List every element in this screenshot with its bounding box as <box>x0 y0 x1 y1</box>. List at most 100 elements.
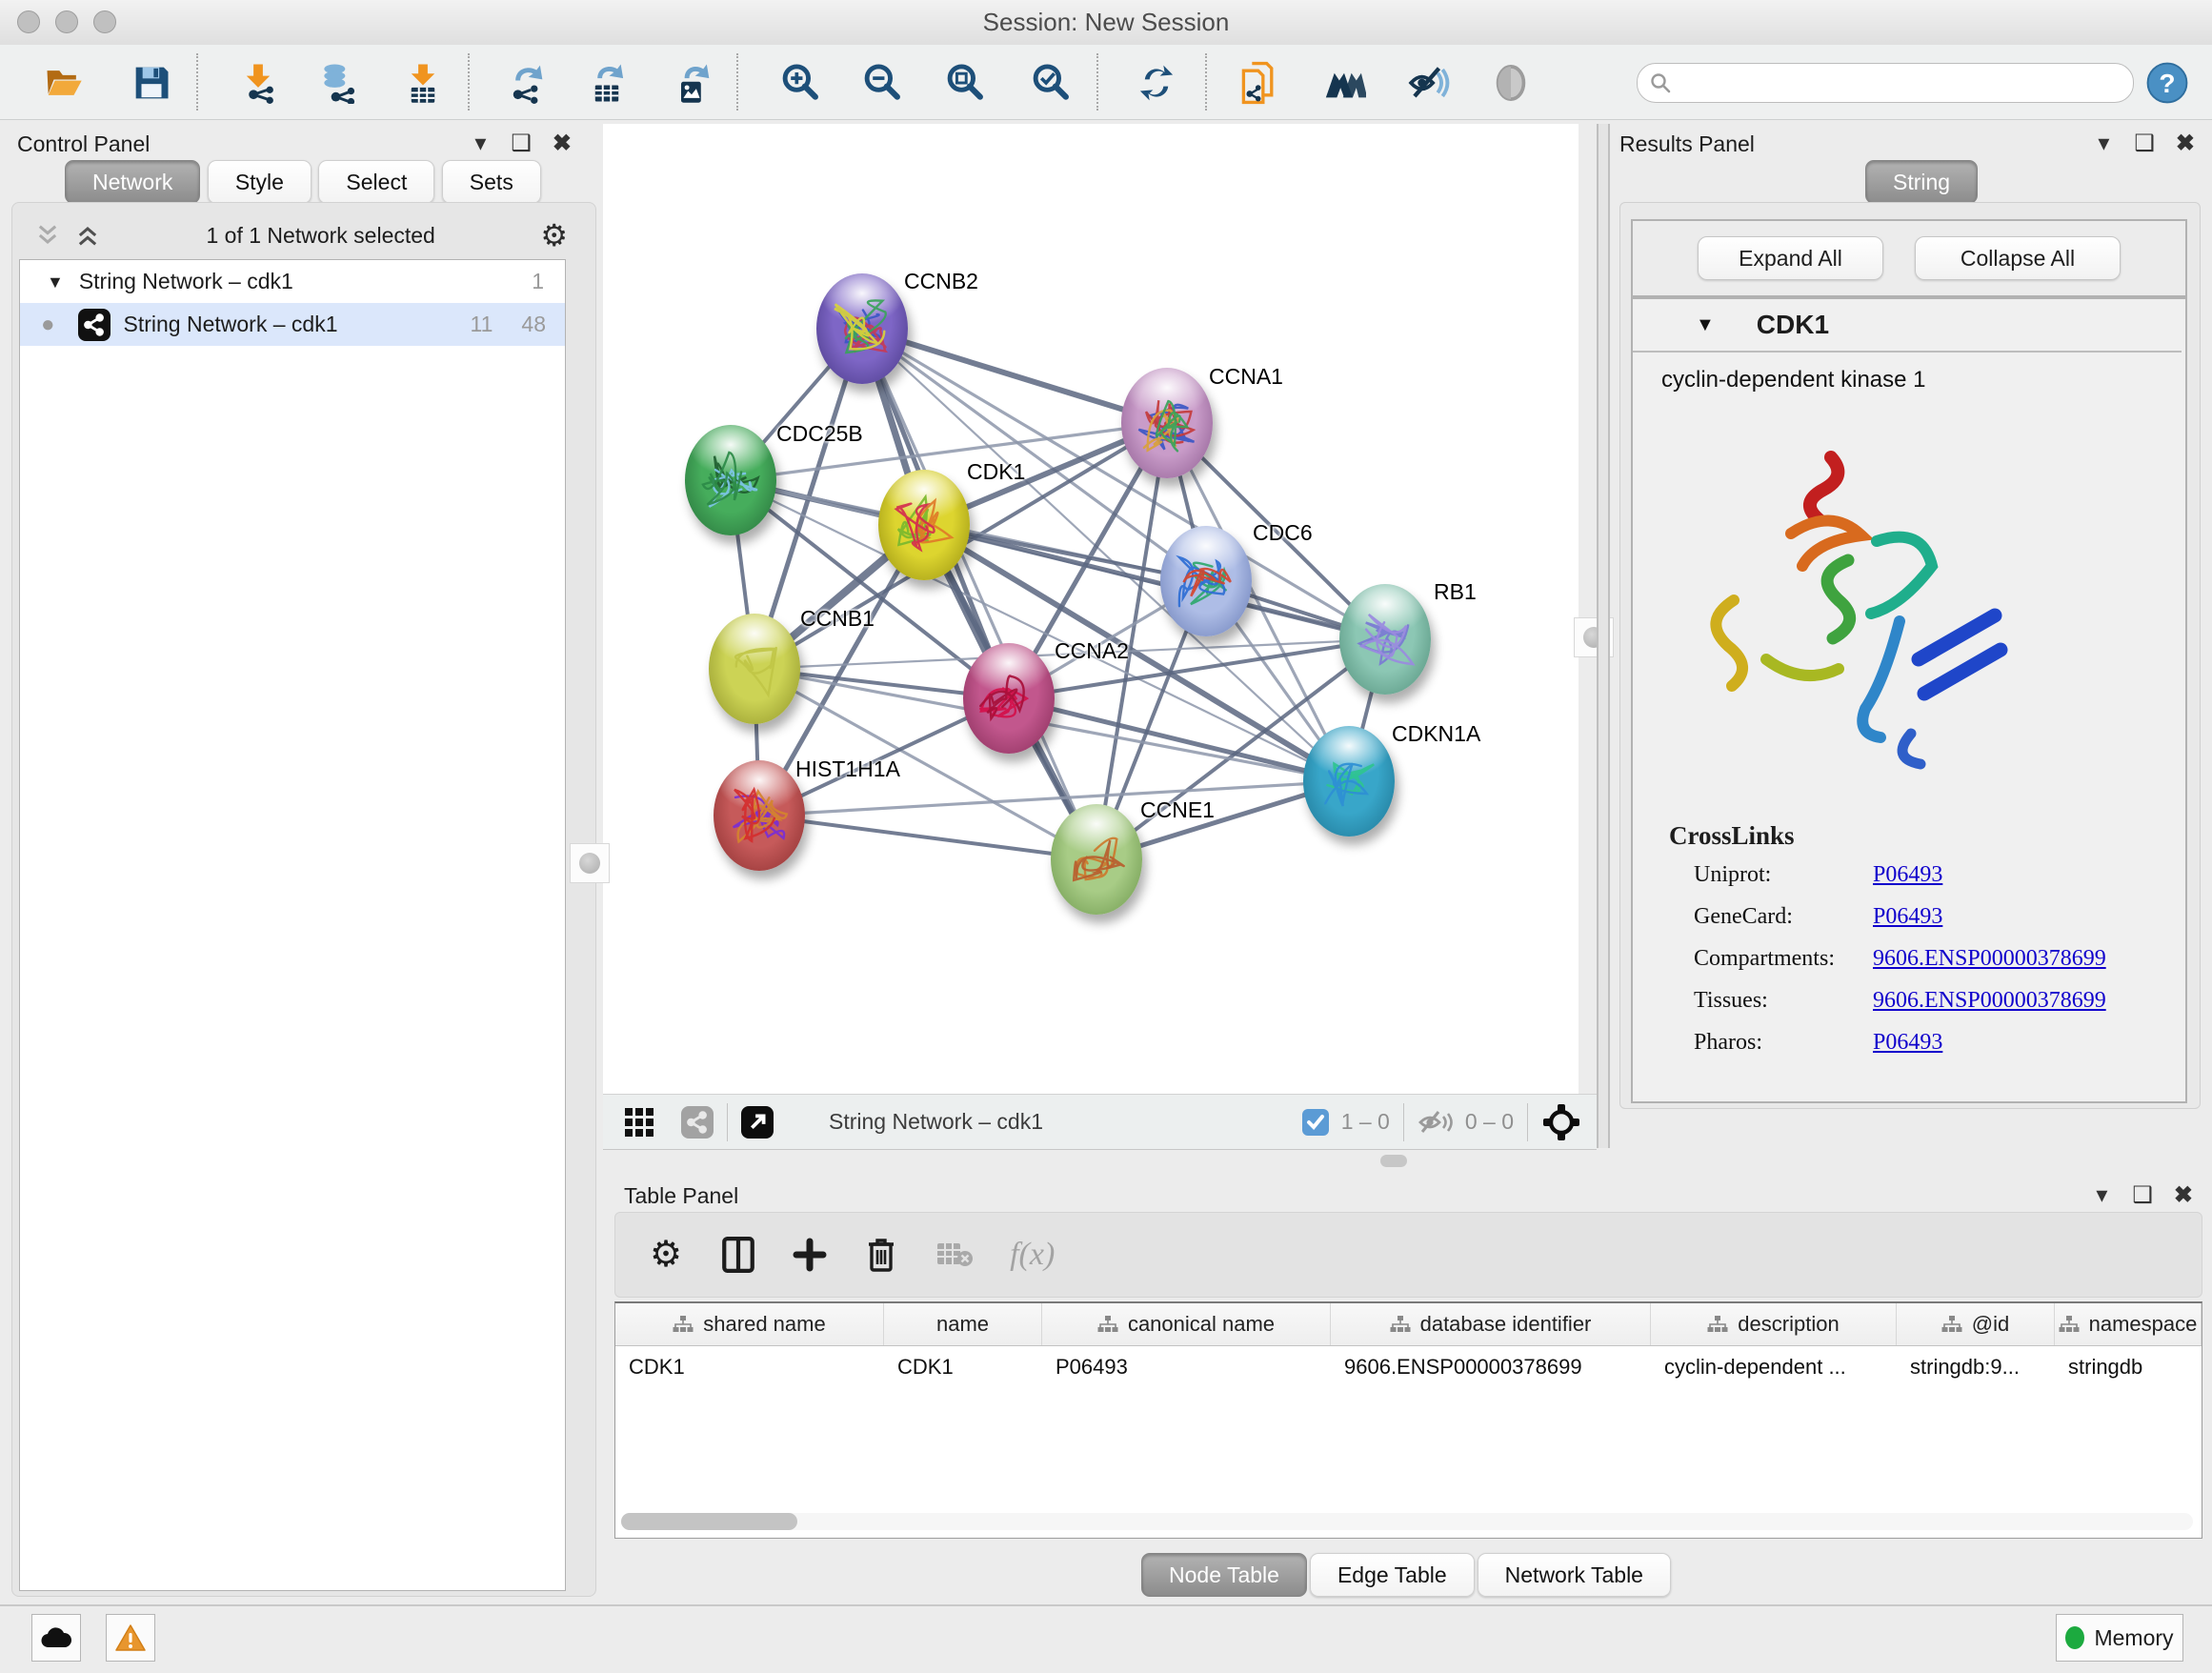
import-network-file-icon[interactable] <box>236 61 280 105</box>
export-image-icon[interactable] <box>670 61 714 105</box>
tab-string[interactable]: String <box>1865 160 1978 204</box>
collapse-panel-icon[interactable]: ▾ <box>2098 132 2109 155</box>
network-node-ccne1[interactable] <box>1051 804 1142 915</box>
vertical-splitter[interactable] <box>1597 124 1610 1148</box>
network-node-cdk1[interactable] <box>878 470 970 580</box>
birds-eye-toggle-icon[interactable] <box>622 1105 656 1139</box>
collapse-panel-icon[interactable]: ▾ <box>474 132 486 155</box>
column-header--id[interactable]: @id <box>1897 1303 2055 1345</box>
network-node-hist1h1a[interactable] <box>714 760 805 871</box>
column-header-namespace[interactable]: namespace <box>2055 1303 2202 1345</box>
network-collection-row[interactable]: ▼ String Network – cdk1 1 <box>20 260 565 303</box>
table-cell[interactable]: stringdb:9... <box>1897 1346 2055 1388</box>
collapse-all-button[interactable]: Collapse All <box>1915 236 2121 280</box>
close-panel-icon[interactable]: ✖ <box>2176 132 2195 155</box>
maximize-window-icon[interactable] <box>93 10 116 33</box>
import-table-icon[interactable] <box>401 61 445 105</box>
crosslink-link[interactable]: P06493 <box>1873 1030 1942 1056</box>
network-node-ccnb1[interactable] <box>709 614 800 724</box>
table-cell[interactable]: CDK1 <box>884 1346 1042 1388</box>
tab-style[interactable]: Style <box>208 160 312 204</box>
network-node-cdkn1a[interactable] <box>1303 726 1395 836</box>
export-network-icon[interactable] <box>503 61 547 105</box>
close-panel-icon[interactable]: ✖ <box>2174 1184 2193 1207</box>
tab-node-table[interactable]: Node Table <box>1141 1553 1307 1597</box>
delete-column-trash-icon[interactable] <box>865 1236 897 1274</box>
search-box[interactable] <box>1637 63 2134 103</box>
save-session-icon[interactable] <box>130 61 173 105</box>
network-node-rb1[interactable] <box>1339 584 1431 695</box>
new-network-from-selection-icon[interactable] <box>1237 61 1281 105</box>
cdk1-section-header[interactable]: ▼ CDK1 <box>1633 299 2182 353</box>
create-column-icon[interactable] <box>793 1238 827 1272</box>
network-node-ccna2[interactable] <box>963 643 1055 754</box>
tab-network-table[interactable]: Network Table <box>1478 1553 1671 1597</box>
open-session-icon[interactable] <box>42 61 86 105</box>
section-expander-icon[interactable]: ▼ <box>1696 315 1715 334</box>
table-cell[interactable]: 9606.ENSP00000378699 <box>1331 1346 1651 1388</box>
zoom-out-icon[interactable] <box>860 61 904 105</box>
delete-table-icon[interactable] <box>935 1240 974 1270</box>
show-hide-graphics-icon[interactable] <box>1406 61 1450 105</box>
crosslink-link[interactable]: P06493 <box>1873 862 1942 888</box>
refresh-icon[interactable] <box>1135 61 1178 105</box>
gear-icon[interactable]: ⚙ <box>540 220 568 251</box>
warning-status-button[interactable] <box>106 1614 155 1662</box>
search-input[interactable] <box>1679 70 2102 96</box>
pan-mode-icon[interactable] <box>1541 1102 1581 1142</box>
float-panel-icon[interactable]: ❑ <box>2134 132 2155 155</box>
horizontal-splitter-handle[interactable] <box>1380 1155 1407 1167</box>
table-cell[interactable]: stringdb <box>2055 1346 2202 1388</box>
crosslink-link[interactable]: 9606.ENSP00000378699 <box>1873 946 2106 972</box>
expand-all-button[interactable]: Expand All <box>1698 236 1883 280</box>
float-panel-icon[interactable]: ❑ <box>511 132 532 155</box>
network-node-ccnb2[interactable] <box>816 273 908 384</box>
selected-checkbox-icon[interactable] <box>1301 1108 1330 1137</box>
crosslink-link[interactable]: P06493 <box>1873 904 1942 930</box>
close-panel-icon[interactable]: ✖ <box>553 132 572 155</box>
show-columns-icon[interactable] <box>720 1236 756 1274</box>
network-node-ccna1[interactable] <box>1121 368 1213 478</box>
tab-network[interactable]: Network <box>65 160 200 204</box>
detach-view-icon[interactable] <box>741 1106 774 1139</box>
network-row[interactable]: ● String Network – cdk1 11 48 <box>20 303 565 346</box>
table-cell[interactable]: P06493 <box>1042 1346 1331 1388</box>
collapse-panel-icon[interactable]: ▾ <box>2096 1184 2107 1207</box>
column-header-shared-name[interactable]: shared name <box>615 1303 884 1345</box>
left-splitter-handle[interactable] <box>570 843 610 883</box>
memory-button[interactable]: Memory <box>2056 1614 2183 1662</box>
table-cell[interactable]: CDK1 <box>615 1346 884 1388</box>
table-horizontal-scrollbar[interactable] <box>621 1513 2193 1530</box>
column-header-description[interactable]: description <box>1651 1303 1897 1345</box>
scrollbar-thumb[interactable] <box>621 1513 797 1530</box>
tab-sets[interactable]: Sets <box>442 160 541 204</box>
import-network-database-icon[interactable] <box>316 61 360 105</box>
zoom-in-icon[interactable] <box>778 61 822 105</box>
appearance-icon[interactable] <box>1489 61 1533 105</box>
hidden-eye-icon[interactable] <box>1418 1108 1454 1137</box>
network-node-cdc6[interactable] <box>1160 526 1252 636</box>
column-header-database-identifier[interactable]: database identifier <box>1331 1303 1651 1345</box>
expand-all-icon[interactable] <box>74 222 101 249</box>
column-header-canonical-name[interactable]: canonical name <box>1042 1303 1331 1345</box>
export-table-icon[interactable] <box>585 61 629 105</box>
minimize-window-icon[interactable] <box>55 10 78 33</box>
tab-edge-table[interactable]: Edge Table <box>1310 1553 1475 1597</box>
tree-expander-icon[interactable]: ▼ <box>47 273 64 291</box>
float-panel-icon[interactable]: ❑ <box>2132 1184 2153 1207</box>
close-window-icon[interactable] <box>17 10 40 33</box>
cloud-status-button[interactable] <box>31 1614 81 1662</box>
table-row[interactable]: CDK1CDK1P064939606.ENSP00000378699cyclin… <box>615 1346 2202 1388</box>
tab-select[interactable]: Select <box>318 160 434 204</box>
network-canvas[interactable]: CCNB2CCNA1CDC25BCDK1CDC6RB1CCNB1CCNA2CDK… <box>603 124 1579 1094</box>
birds-eye-view-icon[interactable] <box>1322 61 1366 105</box>
column-header-name[interactable]: name <box>884 1303 1042 1345</box>
table-settings-gear-icon[interactable]: ⚙ <box>650 1237 682 1273</box>
crosslink-link[interactable]: 9606.ENSP00000378699 <box>1873 988 2106 1014</box>
collapse-all-icon[interactable] <box>34 222 61 249</box>
table-cell[interactable]: cyclin-dependent ... <box>1651 1346 1897 1388</box>
network-node-cdc25b[interactable] <box>685 425 776 535</box>
network-overview-icon[interactable] <box>681 1106 714 1139</box>
function-builder-icon[interactable]: f(x) <box>1010 1237 1055 1273</box>
zoom-selected-icon[interactable] <box>1029 61 1073 105</box>
